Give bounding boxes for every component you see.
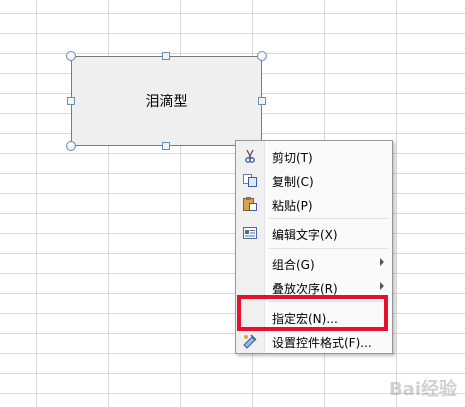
- paste-icon: [242, 196, 258, 212]
- resize-handle-top-right[interactable]: [257, 51, 267, 61]
- menu-item-label: 设置控件格式(F)...: [272, 336, 372, 350]
- menu-item-label: 剪切(T): [272, 151, 313, 165]
- resize-handle-top[interactable]: [162, 52, 170, 60]
- resize-handle-bottom[interactable]: [162, 142, 170, 150]
- menu-item-format-control[interactable]: 设置控件格式(F)...: [236, 329, 392, 353]
- submenu-arrow-icon: [380, 282, 384, 290]
- menu-item-label: 编辑文字(X): [272, 228, 338, 242]
- shape-label: 泪滴型: [145, 94, 188, 110]
- format-control-icon: [242, 333, 258, 349]
- menu-item-copy[interactable]: 复制(C): [236, 168, 392, 192]
- menu-item-paste[interactable]: 粘贴(P): [236, 192, 392, 216]
- edit-text-icon: [242, 225, 258, 241]
- menu-separator: [269, 248, 388, 249]
- submenu-arrow-icon: [380, 258, 384, 266]
- highlight-box: [237, 295, 388, 331]
- menu-item-label: 组合(G): [272, 258, 315, 272]
- menu-item-label: 复制(C): [272, 175, 314, 189]
- scissors-icon: [242, 148, 258, 164]
- menu-item-edit-text[interactable]: 编辑文字(X): [236, 221, 392, 245]
- menu-item-label: 粘贴(P): [272, 199, 313, 213]
- resize-handle-bottom-left[interactable]: [66, 141, 76, 151]
- resize-handle-left[interactable]: [67, 97, 75, 105]
- teardrop-shape[interactable]: 泪滴型: [71, 56, 262, 146]
- watermark-logo: Bai经验: [388, 379, 457, 400]
- menu-separator: [269, 218, 388, 219]
- copy-icon: [242, 172, 258, 188]
- resize-handle-right[interactable]: [258, 97, 266, 105]
- resize-handle-top-left[interactable]: [66, 51, 76, 61]
- menu-item-group[interactable]: 组合(G): [236, 251, 392, 275]
- menu-item-cut[interactable]: 剪切(T): [236, 144, 392, 168]
